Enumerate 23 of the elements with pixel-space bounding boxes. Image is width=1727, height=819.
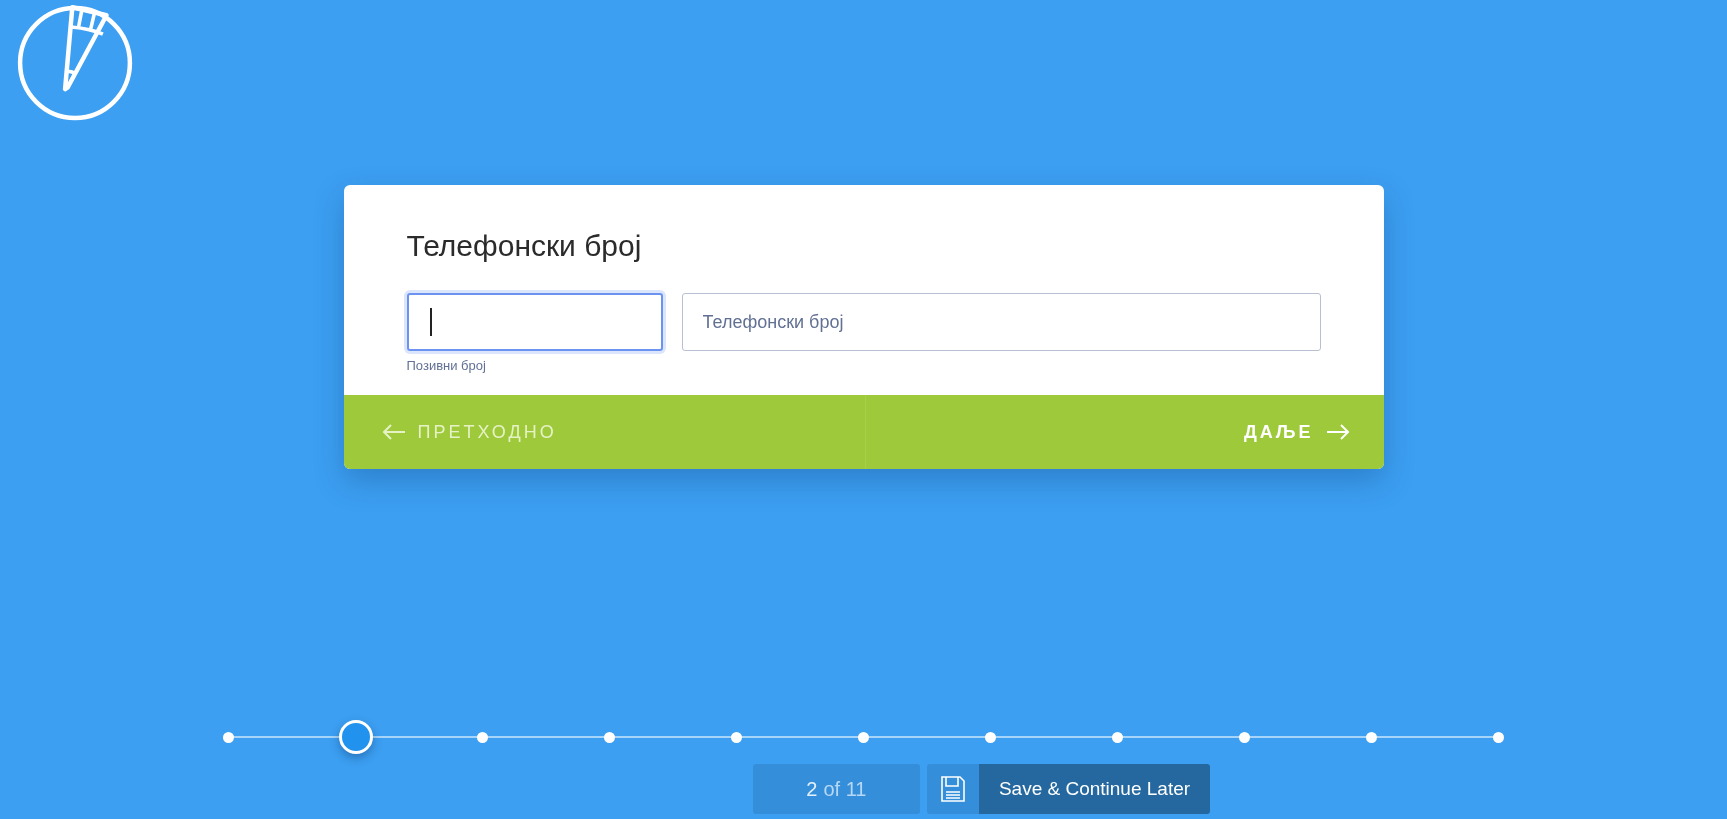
step-dot[interactable] — [858, 731, 869, 743]
step-dot[interactable] — [1366, 731, 1377, 743]
step-dot[interactable] — [985, 731, 996, 743]
step-dot[interactable] — [604, 731, 615, 743]
save-continue-later-button[interactable]: Save & Continue Later — [978, 764, 1211, 814]
step-dot[interactable] — [1493, 731, 1504, 743]
step-dot[interactable] — [223, 731, 234, 743]
step-dot[interactable] — [1239, 731, 1250, 743]
field-hint: Позивни број — [406, 358, 487, 373]
step-dot[interactable] — [1112, 731, 1123, 743]
area-code-field[interactable] — [406, 293, 663, 351]
step-dot[interactable] — [731, 731, 742, 743]
step-dot[interactable] — [477, 731, 488, 743]
question-title: Телефонски број — [406, 229, 643, 263]
phone-number-field[interactable]: Телефонски број — [681, 293, 1321, 351]
previous-button[interactable]: ПРЕТХОДНО — [343, 395, 866, 469]
next-button[interactable]: ДАЉЕ — [866, 395, 1384, 469]
current-step-dot[interactable] — [338, 720, 373, 754]
page-counter: 2 of 11 — [752, 764, 920, 814]
right-arrow-icon — [1325, 424, 1350, 440]
text-cursor — [429, 308, 432, 336]
left-arrow-icon — [381, 424, 406, 440]
save-icon-box[interactable] — [926, 764, 979, 814]
